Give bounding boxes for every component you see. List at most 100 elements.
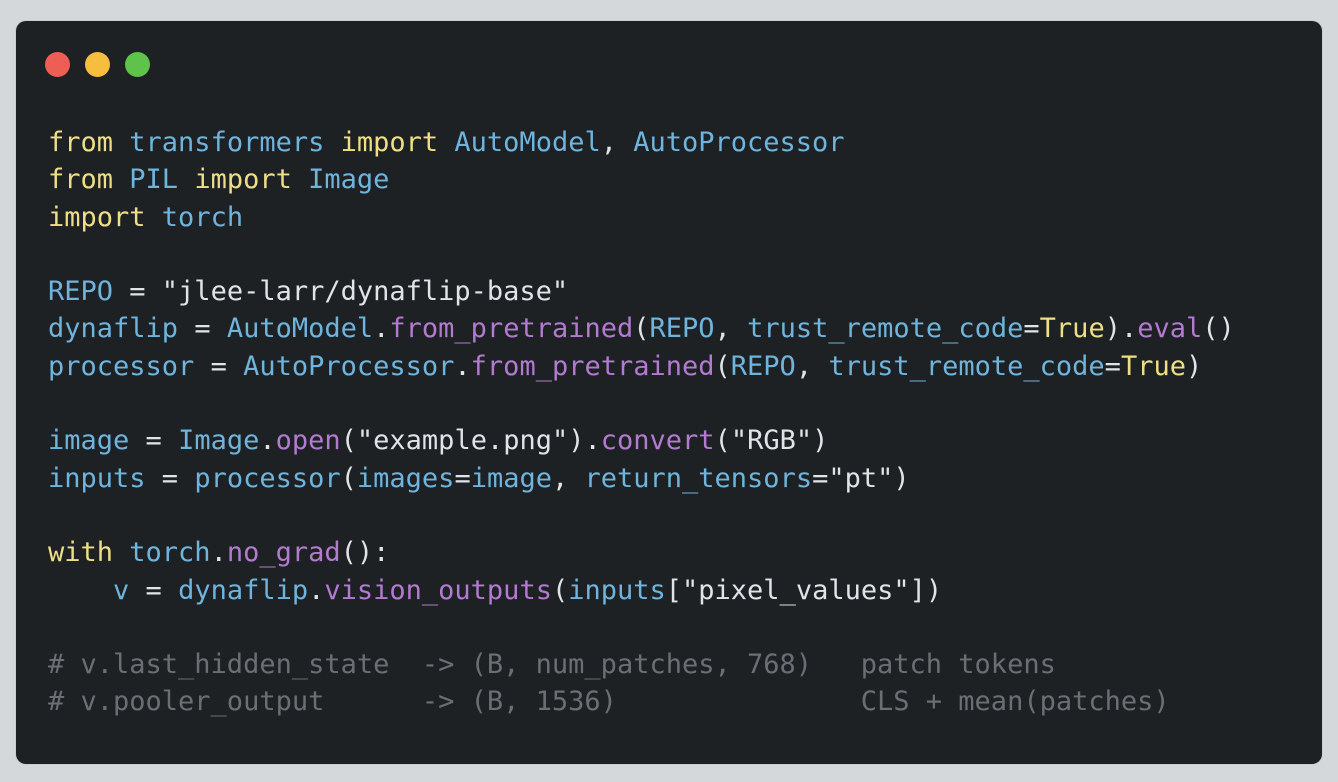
code-token: = — [161, 462, 195, 494]
close-button-icon[interactable] — [45, 52, 70, 77]
code-token: "pixel_values" — [682, 574, 910, 606]
code-token: . — [373, 313, 390, 345]
code-token: . — [210, 537, 227, 569]
code-token: PIL — [113, 164, 195, 196]
code-line: from transformers import AutoModel, Auto… — [48, 124, 1235, 161]
code-token: = — [1104, 350, 1121, 382]
code-token: dynaflip — [48, 313, 195, 345]
code-token: = — [194, 313, 227, 345]
code-token: = — [129, 276, 162, 308]
code-window: from transformers import AutoModel, Auto… — [16, 21, 1322, 764]
code-line: # v.last_hidden_state -> (B, num_patches… — [48, 646, 1235, 683]
code-token: import — [194, 164, 292, 196]
code-token: "RGB" — [730, 425, 813, 457]
code-line: image = Image.open("example.png").conver… — [48, 422, 1235, 459]
code-token: ) — [893, 462, 910, 494]
code-token: ( — [714, 350, 731, 382]
code-token: . — [259, 425, 276, 457]
code-token: open — [275, 425, 341, 457]
code-token: torch — [145, 201, 244, 233]
code-token: from_pretrained — [470, 350, 715, 382]
blank-line: ​ — [48, 609, 1235, 646]
code-token: torch — [113, 537, 211, 569]
code-block: from transformers import AutoModel, Auto… — [48, 124, 1235, 721]
code-token: image — [470, 462, 552, 494]
code-token: True — [1120, 350, 1186, 382]
code-token: return_tensors — [584, 462, 813, 494]
code-token: AutoProcessor — [633, 127, 845, 158]
code-token: ]) — [909, 574, 943, 606]
code-token: from — [48, 127, 114, 158]
code-token: AutoProcessor — [243, 350, 455, 382]
code-token: from_pretrained — [389, 313, 634, 345]
code-comment: # v.last_hidden_state -> (B, num_patches… — [48, 649, 1056, 681]
code-token: import — [48, 201, 146, 233]
code-token: [ — [665, 574, 683, 606]
code-token: , — [714, 313, 748, 345]
code-token: dynaflip — [178, 574, 309, 606]
code-token: . — [454, 350, 471, 382]
code-token: REPO — [649, 313, 715, 345]
code-token: convert — [600, 425, 715, 457]
code-line: processor = AutoProcessor.from_pretraine… — [48, 348, 1235, 385]
code-token: () — [1202, 313, 1235, 345]
code-token: ) — [812, 425, 829, 457]
code-token: Image — [291, 164, 390, 196]
code-token: ( — [633, 313, 650, 345]
code-token: v — [48, 574, 146, 606]
code-token: vision_outputs — [324, 574, 552, 606]
code-token: . — [308, 574, 325, 606]
code-token: inputs — [568, 574, 666, 606]
code-token: AutoModel — [438, 127, 601, 158]
code-token: = — [210, 350, 244, 382]
code-line: dynaflip = AutoModel.from_pretrained(REP… — [48, 310, 1235, 347]
code-token: eval — [1137, 313, 1203, 345]
code-line: # v.pooler_output -> (B, 1536) CLS + mea… — [48, 683, 1235, 720]
code-token: "jlee-larr/dynaflip-base" — [161, 276, 569, 308]
code-line: import torch — [48, 199, 1235, 236]
code-token: trust_remote_code — [747, 313, 1024, 345]
code-line: from PIL import Image — [48, 161, 1235, 198]
code-token: from — [48, 164, 114, 196]
code-token: = — [145, 574, 179, 606]
code-token: (): — [340, 537, 390, 569]
code-token: processor — [194, 462, 341, 494]
code-token: REPO — [730, 350, 796, 382]
code-token: = — [1023, 313, 1040, 345]
code-token: , — [551, 462, 585, 494]
code-token: "example.png" — [356, 425, 569, 457]
blank-line: ​ — [48, 497, 1235, 534]
code-token: = — [145, 425, 179, 457]
code-line: v = dynaflip.vision_outputs(inputs["pixe… — [48, 572, 1235, 609]
maximize-button-icon[interactable] — [125, 52, 150, 77]
code-token: = — [812, 462, 829, 494]
code-token: REPO — [48, 276, 130, 308]
code-line: REPO = "jlee-larr/dynaflip-base" — [48, 273, 1235, 310]
code-token: ). — [1104, 313, 1138, 345]
code-line: inputs = processor(images=image, return_… — [48, 460, 1235, 497]
code-token: = — [454, 462, 471, 494]
code-token: inputs — [48, 462, 162, 494]
code-comment: # v.pooler_output -> (B, 1536) CLS + mea… — [48, 686, 1170, 718]
code-token: transformers — [113, 127, 341, 158]
blank-line: ​ — [48, 236, 1235, 273]
code-token: images — [356, 462, 455, 494]
code-token: True — [1039, 313, 1105, 345]
code-token: ( — [714, 425, 731, 457]
code-token: no_grad — [226, 537, 341, 569]
code-token: trust_remote_code — [828, 350, 1105, 382]
code-token: ) — [1185, 350, 1203, 382]
code-token: AutoModel — [226, 313, 374, 345]
minimize-button-icon[interactable] — [85, 52, 110, 77]
code-token: , — [795, 350, 829, 382]
code-token: import — [340, 127, 439, 158]
code-line: with torch.no_grad(): — [48, 534, 1235, 571]
code-token: Image — [178, 425, 260, 457]
code-token: "pt" — [828, 462, 894, 494]
blank-line: ​ — [48, 385, 1235, 422]
code-token: ( — [340, 425, 357, 457]
code-token: with — [48, 537, 114, 569]
code-token: processor — [48, 350, 211, 382]
code-token: ). — [568, 425, 601, 457]
code-token: , — [600, 127, 634, 158]
